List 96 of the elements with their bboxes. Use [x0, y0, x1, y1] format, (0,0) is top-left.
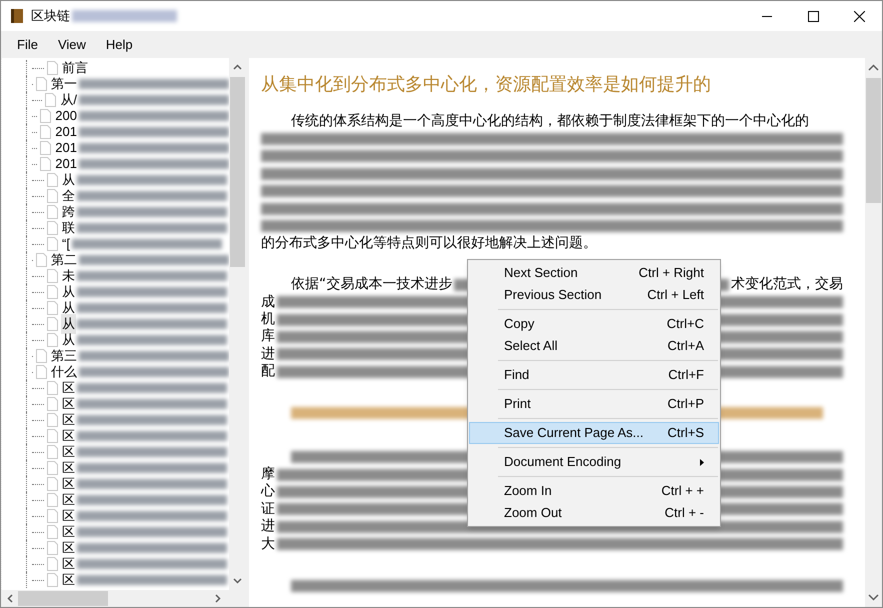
scroll-right-icon: [215, 594, 221, 603]
menu-item[interactable]: Zoom Out Ctrl + -: [469, 502, 719, 524]
body-text: 机: [261, 311, 275, 328]
body-text: 传统的体系结构是一个高度中心化的结构，都依赖于制度法律框架下的一个中心化的: [291, 113, 809, 130]
page-icon: [45, 93, 56, 107]
page-icon: [47, 541, 58, 555]
menu-item[interactable]: Save Current Page As... Ctrl+S: [469, 422, 719, 444]
tree-item[interactable]: 从: [61, 314, 76, 334]
body-text: 库: [261, 328, 275, 346]
menu-item-label: Select All: [504, 337, 558, 356]
menu-item-label: Zoom In: [504, 482, 553, 500]
shortcut-label: Ctrl+F: [668, 366, 704, 384]
page-icon: [47, 445, 58, 459]
shortcut-label: Ctrl+C: [666, 315, 704, 334]
page-icon: [47, 221, 58, 235]
scrollbar-thumb[interactable]: [18, 591, 108, 606]
body-text: 配: [261, 363, 275, 380]
scroll-up-icon: [868, 64, 879, 71]
shortcut-label: Ctrl + -: [664, 504, 704, 522]
page-icon: [47, 301, 58, 315]
page-icon: [47, 413, 58, 427]
page-icon: [47, 173, 58, 187]
page-icon: [47, 205, 58, 219]
body-text: 依据“交易成本一技术进步: [291, 276, 452, 294]
body-text: 术变化范式，交易: [731, 276, 843, 294]
menu-item[interactable]: Help: [96, 34, 143, 56]
shortcut-label: Ctrl + +: [661, 482, 704, 500]
page-icon: [47, 285, 58, 299]
page-icon: [40, 141, 52, 155]
menu-item[interactable]: Select All Ctrl+A: [469, 335, 719, 357]
menu-item[interactable]: Document Encoding: [469, 451, 719, 473]
page-icon: [47, 461, 58, 475]
menu-item-label: Print: [504, 395, 532, 414]
menu-item-label: Document Encoding: [504, 453, 622, 472]
menu-item[interactable]: View: [48, 34, 96, 56]
body-text: 进: [261, 346, 275, 363]
menu-item[interactable]: Find Ctrl+F: [469, 364, 719, 386]
page-icon: [47, 525, 58, 539]
shortcut-label: Ctrl + Left: [647, 286, 704, 304]
menu-item-label: Zoom Out: [504, 504, 563, 522]
vertical-scrollbar[interactable]: [865, 58, 882, 607]
page-icon: [47, 189, 58, 203]
page-icon: [36, 253, 47, 267]
body-text: 的分布式多中心化等特点则可以很好地解决上述问题。: [261, 234, 597, 252]
menu-item-label: Find: [504, 366, 530, 384]
body-text: 进: [261, 518, 275, 536]
page-icon: [47, 493, 58, 507]
page-icon: [36, 365, 47, 379]
shortcut-label: Ctrl+A: [668, 337, 704, 356]
menu-item-label: Next Section: [504, 264, 579, 282]
maximize-icon: [808, 10, 818, 22]
page-icon: [47, 557, 58, 571]
shortcut-label: Ctrl+P: [668, 395, 704, 414]
page-icon: [47, 317, 58, 331]
menu-item[interactable]: File: [7, 34, 48, 56]
scrollbar-thumb[interactable]: [866, 78, 881, 203]
close-icon: [854, 10, 864, 22]
scroll-down-icon: [233, 578, 242, 584]
scroll-up-icon: [233, 64, 242, 70]
page-icon: [47, 509, 58, 523]
page-icon: [47, 397, 58, 411]
menu-item[interactable]: Print Ctrl+P: [469, 393, 719, 415]
body-text: 心: [261, 483, 275, 500]
scroll-left-icon: [7, 594, 13, 603]
scroll-down-icon: [868, 594, 879, 601]
page-icon: [40, 125, 52, 139]
shortcut-label: Ctrl + Right: [638, 264, 704, 282]
page-icon: [47, 61, 58, 75]
page-icon: [47, 269, 58, 283]
section-heading: 从集中化到分布式多中心化，资源配置效率是如何提升的: [261, 76, 712, 93]
menu-item-label: Save Current Page As...: [504, 424, 644, 442]
page-icon: [36, 349, 47, 363]
page-icon: [40, 109, 52, 123]
window-title: 区块链: [31, 7, 70, 26]
menu-item[interactable]: Copy Ctrl+C: [469, 313, 719, 335]
scrollbar-thumb[interactable]: [230, 77, 245, 267]
app-icon: [11, 9, 23, 23]
menu-item-label: Previous Section: [504, 286, 603, 304]
page-icon: [47, 237, 58, 251]
page-icon: [36, 77, 47, 91]
menu-item[interactable]: Previous Section Ctrl + Left: [469, 284, 719, 306]
menu-item[interactable]: Zoom In Ctrl + +: [469, 480, 719, 502]
shortcut-label: Ctrl+S: [668, 424, 704, 442]
body-text: 摩: [261, 466, 275, 483]
horizontal-scrollbar[interactable]: [1, 590, 246, 607]
menu-item[interactable]: Next Section Ctrl + Right: [469, 262, 719, 284]
page-icon: [47, 381, 58, 395]
body-text: 证: [261, 500, 275, 518]
page-icon: [47, 573, 58, 587]
body-text: 成: [261, 294, 275, 311]
page-icon: [47, 477, 58, 491]
page-icon: [40, 157, 52, 171]
menu-item-label: Copy: [504, 315, 536, 334]
body-text: 大: [261, 536, 275, 553]
page-icon: [47, 429, 58, 443]
page-icon: [47, 333, 58, 347]
